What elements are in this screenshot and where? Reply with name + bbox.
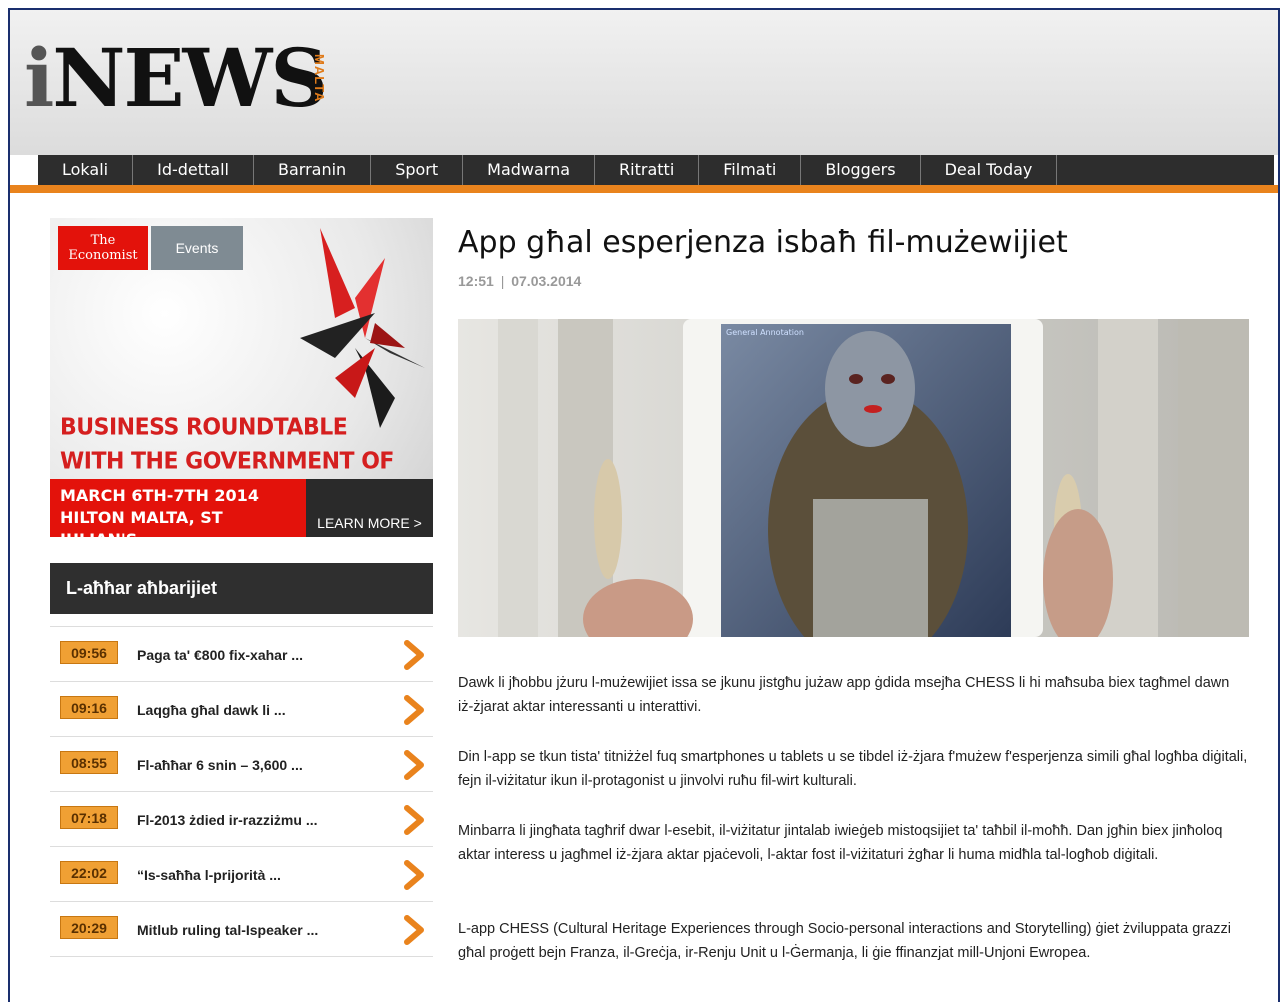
logo-news: NEWS: [52, 31, 328, 125]
news-link[interactable]: Paga ta' €800 fix-xahar ...: [137, 647, 303, 663]
nav-accent-bar: [10, 185, 1278, 193]
latest-news-heading: L-aħħar aħbarijiet: [50, 563, 433, 614]
site-logo[interactable]: iNEWS: [24, 38, 328, 118]
nav-item-barranin[interactable]: Barranin: [254, 155, 372, 185]
nav-item-sport[interactable]: Sport: [371, 155, 464, 185]
ad-footer: MARCH 6TH-7TH 2014 HILTON MALTA, ST JULI…: [50, 479, 433, 537]
nav-item-deal-today[interactable]: Deal Today: [921, 155, 1058, 185]
news-link[interactable]: Fl-2013 żdied ir-razziżmu ...: [137, 812, 318, 828]
museum-tablet-image: General Annotation: [458, 319, 1249, 637]
news-link[interactable]: Laqgħa għal dawk li ...: [137, 702, 286, 718]
page-frame: iNEWS MALTA Lokali Id-dettall Barranin S…: [8, 8, 1280, 1002]
news-time-badge: 09:16: [60, 696, 118, 719]
list-item[interactable]: 09:56 Paga ta' €800 fix-xahar ...: [50, 627, 433, 682]
list-item[interactable]: 09:16 Laqgħa għal dawk li ...: [50, 682, 433, 737]
chevron-right-icon[interactable]: [401, 859, 427, 891]
list-item[interactable]: 08:55 Fl-aħħar 6 snin – 3,600 ...: [50, 737, 433, 792]
article-paragraph-1: Dawk li jħobbu jżuru l-mużewijiet issa s…: [458, 675, 1230, 715]
news-time-badge: 07:18: [60, 806, 118, 829]
ad-banner[interactable]: The Economist Events BUSINESS ROUNDTABLE…: [50, 218, 433, 537]
nav-item-filmati[interactable]: Filmati: [699, 155, 802, 185]
news-time-badge: 20:29: [60, 916, 118, 939]
nav-item-madwarna[interactable]: Madwarna: [463, 155, 596, 185]
chevron-right-icon[interactable]: [401, 804, 427, 836]
site-header: iNEWS MALTA: [10, 10, 1278, 155]
news-time-badge: 22:02: [60, 861, 118, 884]
news-time-badge: 09:56: [60, 641, 118, 664]
economist-logo: The Economist: [58, 226, 148, 270]
chevron-right-icon[interactable]: [401, 749, 427, 781]
article-date: 07.03.2014: [511, 273, 582, 289]
nav-item-bloggers[interactable]: Bloggers: [801, 155, 921, 185]
article-paragraph-4: L-app CHESS (Cultural Heritage Experienc…: [458, 921, 1231, 961]
nav-item-lokali[interactable]: Lokali: [38, 155, 134, 185]
abstract-shards-graphic: [300, 228, 425, 428]
meta-separator: |: [500, 273, 505, 289]
economist-logo-line1: The: [90, 233, 116, 248]
news-link[interactable]: Mitlub ruling tal-Ispeaker ...: [137, 922, 318, 938]
article-paragraph-2: Din l-app se tkun tista' titniżżel fuq s…: [458, 749, 1248, 789]
latest-news-list: 09:56 Paga ta' €800 fix-xahar ... 09:16 …: [50, 626, 433, 957]
chevron-right-icon[interactable]: [401, 694, 427, 726]
main-nav: Lokali Id-dettall Barranin Sport Madwarn…: [38, 155, 1274, 185]
article-paragraph-3: Minbarra li jingħata tagħrif dwar l-eseb…: [458, 823, 1223, 863]
logo-malta: MALTA: [312, 54, 327, 103]
logo-i: i: [24, 31, 54, 125]
article-time: 12:51: [458, 273, 494, 289]
ad-headline-line1: BUSINESS ROUNDTABLE: [60, 414, 348, 441]
chevron-right-icon[interactable]: [401, 639, 427, 671]
nav-item-ritratti[interactable]: Ritratti: [595, 155, 700, 185]
news-link[interactable]: “Is-saħħa l-prijorità ...: [137, 867, 281, 883]
list-item[interactable]: 22:02 “Is-saħħa l-prijorità ...: [50, 847, 433, 902]
ad-date: MARCH 6TH-7TH 2014: [60, 486, 259, 505]
list-item[interactable]: 07:18 Fl-2013 żdied ir-razziżmu ...: [50, 792, 433, 847]
news-time-badge: 08:55: [60, 751, 118, 774]
photo-overlay-text: General Annotation: [726, 328, 804, 337]
ad-venue: HILTON MALTA, ST JULIAN'S: [60, 508, 223, 537]
news-link[interactable]: Fl-aħħar 6 snin – 3,600 ...: [137, 757, 303, 773]
nav-item-id-dettall[interactable]: Id-dettall: [133, 155, 254, 185]
article-meta: 12:51 | 07.03.2014: [458, 273, 581, 289]
economist-logo-line2: Economist: [68, 248, 138, 263]
ad-events-label: Events: [151, 226, 243, 270]
ad-learn-more-button[interactable]: LEARN MORE >: [306, 479, 433, 537]
article-title: App għal esperjenza isbaħ fil-mużewijiet: [458, 225, 1068, 260]
chevron-right-icon[interactable]: [401, 914, 427, 946]
ad-event-details: MARCH 6TH-7TH 2014 HILTON MALTA, ST JULI…: [50, 479, 306, 537]
article-photo: General Annotation: [458, 319, 1249, 637]
list-item[interactable]: 20:29 Mitlub ruling tal-Ispeaker ...: [50, 902, 433, 957]
